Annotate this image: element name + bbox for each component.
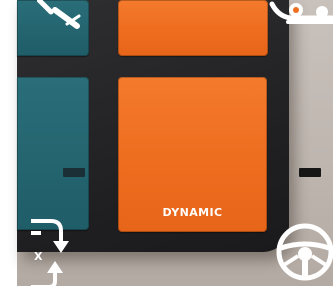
wrench-key[interactable] <box>17 0 89 56</box>
wrench-icon <box>37 0 81 29</box>
swap-key[interactable]: X <box>17 77 89 286</box>
mixer-key[interactable] <box>118 0 333 56</box>
steering-wheel-icon <box>276 223 333 281</box>
keypad-photo: X DYNAMIC <box>0 0 333 286</box>
status-led <box>63 168 85 177</box>
mixer-icon <box>269 1 333 24</box>
swap-key-label: X <box>34 250 43 263</box>
status-led <box>299 168 321 177</box>
photo-border <box>0 0 17 286</box>
dynamic-key-label: DYNAMIC <box>162 206 223 219</box>
